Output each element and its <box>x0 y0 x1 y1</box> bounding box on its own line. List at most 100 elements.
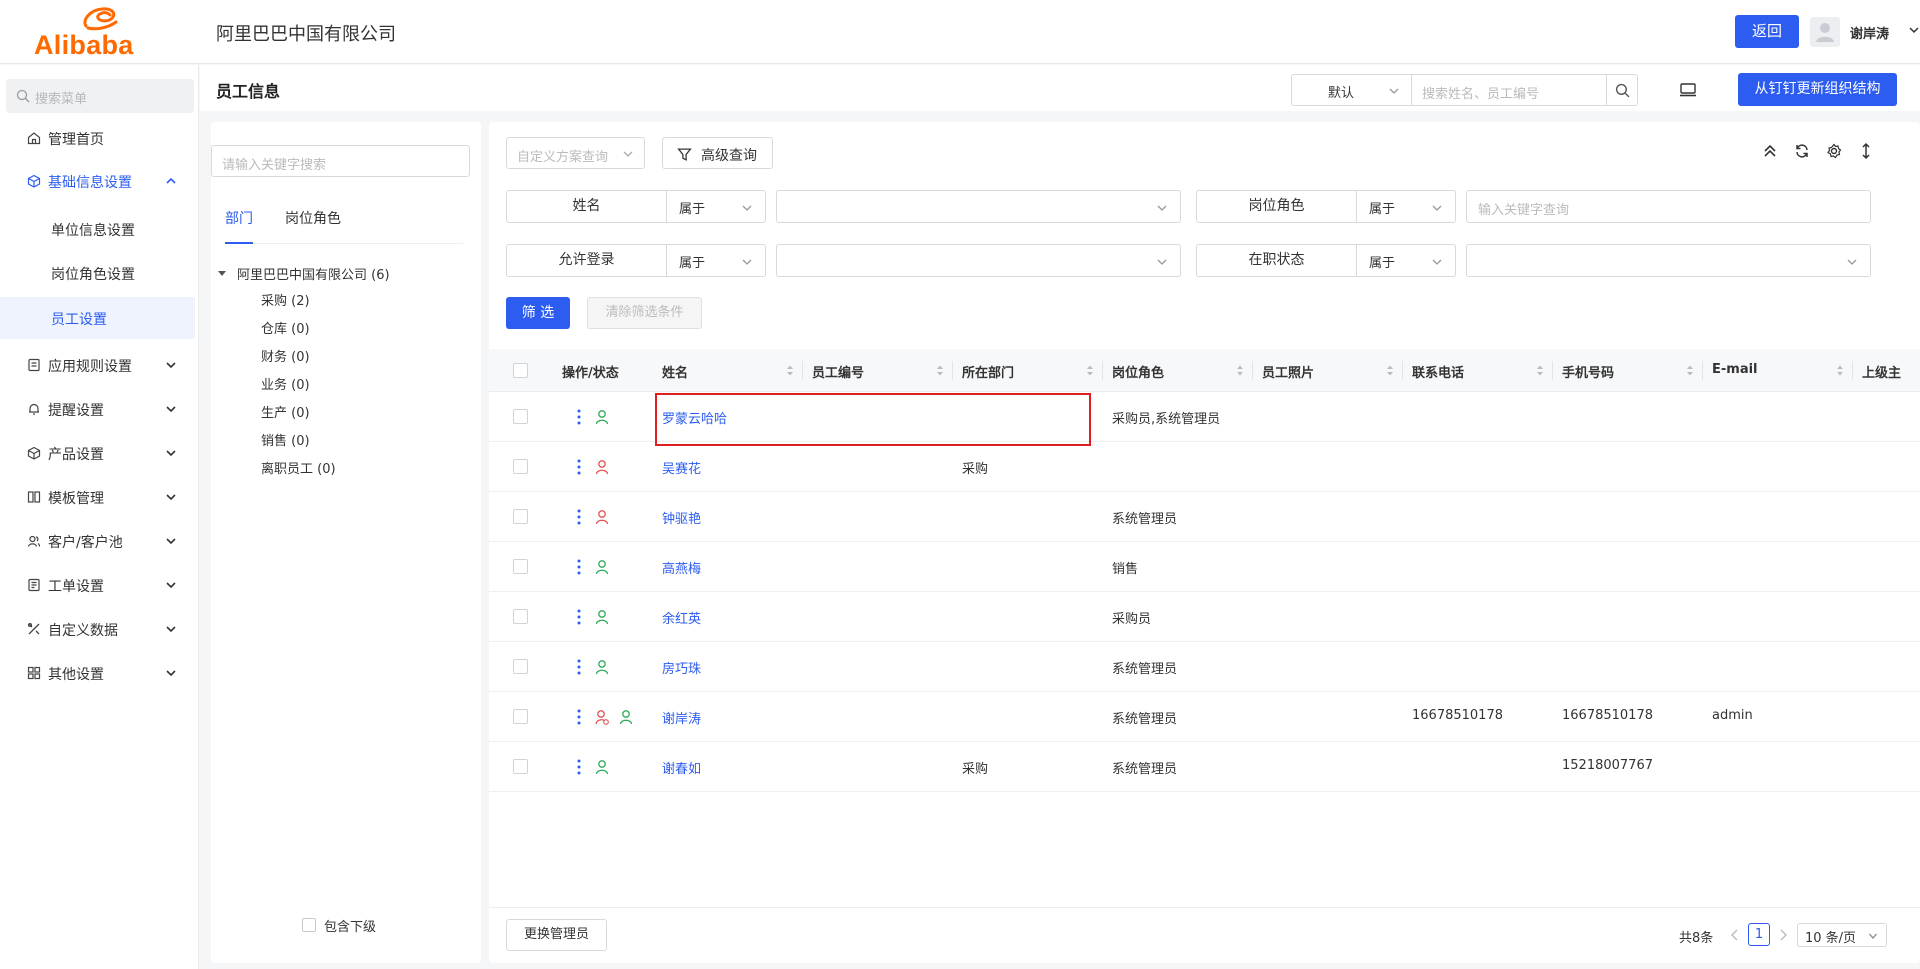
column-divider[interactable] <box>1852 361 1853 380</box>
collapse-up-icon[interactable] <box>1761 142 1779 160</box>
row-checkbox[interactable] <box>513 659 528 674</box>
filter-role-input[interactable]: 输入关键字查询 <box>1466 190 1871 223</box>
row-checkbox[interactable] <box>513 759 528 774</box>
caret-down-icon[interactable] <box>217 268 227 278</box>
table-row[interactable]: 高燕梅 销售 <box>489 542 1920 592</box>
gear-icon[interactable] <box>1825 142 1843 160</box>
page-number-current[interactable]: 1 <box>1748 923 1770 946</box>
table-row[interactable]: 谢春如 采购 系统管理员 15218007767 <box>489 742 1920 792</box>
column-divider[interactable] <box>952 361 953 380</box>
sidebar-item-role-settings[interactable]: 岗位角色设置 <box>0 252 195 294</box>
clear-filters-button[interactable]: 清除筛选条件 <box>587 297 702 329</box>
refresh-icon[interactable] <box>1793 142 1811 160</box>
column-header-role[interactable]: 岗位角色 <box>1112 349 1262 392</box>
column-divider[interactable] <box>1102 361 1103 380</box>
tree-node-finance[interactable]: 财务 (0) <box>261 346 310 368</box>
row-checkbox[interactable] <box>513 709 528 724</box>
sort-icon[interactable] <box>1536 364 1544 377</box>
row-checkbox[interactable] <box>513 409 528 424</box>
employee-name-link[interactable]: 谢春如 <box>662 758 701 777</box>
employee-name-link[interactable]: 高燕梅 <box>662 558 701 577</box>
tab-department[interactable]: 部门 <box>225 208 253 244</box>
sort-icon[interactable] <box>786 364 794 377</box>
sort-icon[interactable] <box>1236 364 1244 377</box>
filter-role-operator[interactable]: 属于 <box>1357 190 1456 223</box>
employee-search-input[interactable]: 搜索姓名、员工编号 <box>1411 74 1607 106</box>
sort-icon[interactable] <box>936 364 944 377</box>
tree-node-sales[interactable]: 销售 (0) <box>261 430 310 452</box>
employee-name-link[interactable]: 房巧珠 <box>662 658 701 677</box>
menu-search-input[interactable]: 搜索菜单 <box>6 79 194 113</box>
user-name[interactable]: 谢岸涛 <box>1850 23 1889 42</box>
chevron-down-icon[interactable] <box>1908 24 1920 36</box>
row-checkbox[interactable] <box>513 559 528 574</box>
column-divider[interactable] <box>802 361 803 380</box>
sidebar-item-tickets[interactable]: 工单设置 <box>0 565 199 605</box>
column-header-phone[interactable]: 联系电话 <box>1412 349 1562 392</box>
sidebar-item-basic-info[interactable]: 基础信息设置 <box>0 161 199 201</box>
table-row[interactable]: 吴赛花 采购 <box>489 442 1920 492</box>
tree-search-input[interactable]: 请输入关键字搜索 <box>211 145 470 177</box>
more-actions-icon[interactable] <box>576 608 582 626</box>
filter-status-value[interactable] <box>1466 244 1871 277</box>
sidebar-item-reminder[interactable]: 提醒设置 <box>0 389 199 429</box>
back-button[interactable]: 返回 <box>1735 15 1799 48</box>
column-divider[interactable] <box>1552 361 1553 380</box>
tree-node-production[interactable]: 生产 (0) <box>261 402 310 424</box>
more-actions-icon[interactable] <box>576 458 582 476</box>
advanced-query-button[interactable]: 高级查询 <box>662 137 773 169</box>
sort-icon[interactable] <box>1086 364 1094 377</box>
column-divider[interactable] <box>1252 361 1253 380</box>
sidebar-item-product[interactable]: 产品设置 <box>0 433 199 473</box>
sort-icon[interactable] <box>1686 364 1694 377</box>
sidebar-item-custom-data[interactable]: 自定义数据 <box>0 609 199 649</box>
row-height-icon[interactable] <box>1857 142 1875 160</box>
employee-name-link[interactable]: 谢岸涛 <box>662 708 701 727</box>
sidebar-item-app-rules[interactable]: 应用规则设置 <box>0 345 199 385</box>
scheme-select[interactable]: 默认 <box>1291 74 1412 106</box>
filter-name-operator[interactable]: 属于 <box>667 190 766 223</box>
sidebar-item-customers[interactable]: 客户/客户池 <box>0 521 199 561</box>
page-size-select[interactable]: 10 条/页 <box>1797 923 1887 947</box>
column-divider[interactable] <box>1702 361 1703 380</box>
more-actions-icon[interactable] <box>576 408 582 426</box>
sidebar-item-templates[interactable]: 模板管理 <box>0 477 199 517</box>
filter-status-operator[interactable]: 属于 <box>1357 244 1456 277</box>
column-divider[interactable] <box>1402 361 1403 380</box>
monitor-icon[interactable] <box>1679 81 1697 99</box>
filter-login-value[interactable] <box>776 244 1181 277</box>
checkbox[interactable] <box>302 918 316 932</box>
alibaba-logo[interactable]: Alibaba <box>32 6 167 60</box>
tree-node-resigned[interactable]: 离职员工 (0) <box>261 458 336 480</box>
chevron-left-icon[interactable] <box>1730 928 1740 942</box>
sort-icon[interactable] <box>1386 364 1394 377</box>
chevron-right-icon[interactable] <box>1778 928 1788 942</box>
row-checkbox[interactable] <box>513 509 528 524</box>
employee-name-link[interactable]: 钟驱艳 <box>662 508 701 527</box>
filter-login-operator[interactable]: 属于 <box>667 244 766 277</box>
more-actions-icon[interactable] <box>576 758 582 776</box>
table-row[interactable]: 余红英 采购员 <box>489 592 1920 642</box>
more-actions-icon[interactable] <box>576 708 582 726</box>
sync-dingtalk-button[interactable]: 从钉钉更新组织结构 <box>1738 73 1897 106</box>
filter-button[interactable]: 筛 选 <box>506 297 570 329</box>
tree-node-warehouse[interactable]: 仓库 (0) <box>261 318 310 340</box>
column-header-mobile[interactable]: 手机号码 <box>1562 349 1712 392</box>
tab-position-role[interactable]: 岗位角色 <box>285 208 345 244</box>
sort-icon[interactable] <box>1836 364 1844 377</box>
employee-name-link[interactable]: 余红英 <box>662 608 701 627</box>
table-row[interactable]: 房巧珠 系统管理员 <box>489 642 1920 692</box>
column-header-photo[interactable]: 员工照片 <box>1262 349 1412 392</box>
sidebar-item-employee-settings[interactable]: 员工设置 <box>0 297 195 339</box>
filter-name-value[interactable] <box>776 190 1181 223</box>
table-row[interactable]: 钟驱艳 系统管理员 <box>489 492 1920 542</box>
table-row[interactable]: 谢岸涛 系统管理员 16678510178 16678510178 admin <box>489 692 1920 742</box>
search-button[interactable] <box>1606 74 1638 106</box>
more-actions-icon[interactable] <box>576 658 582 676</box>
sidebar-item-unit-settings[interactable]: 单位信息设置 <box>0 208 195 250</box>
select-all-checkbox[interactable] <box>513 363 528 378</box>
custom-query-select[interactable]: 自定义方案查询 <box>506 137 645 169</box>
row-checkbox[interactable] <box>513 459 528 474</box>
column-header-department[interactable]: 所在部门 <box>962 349 1112 392</box>
sidebar-item-other[interactable]: 其他设置 <box>0 653 199 693</box>
